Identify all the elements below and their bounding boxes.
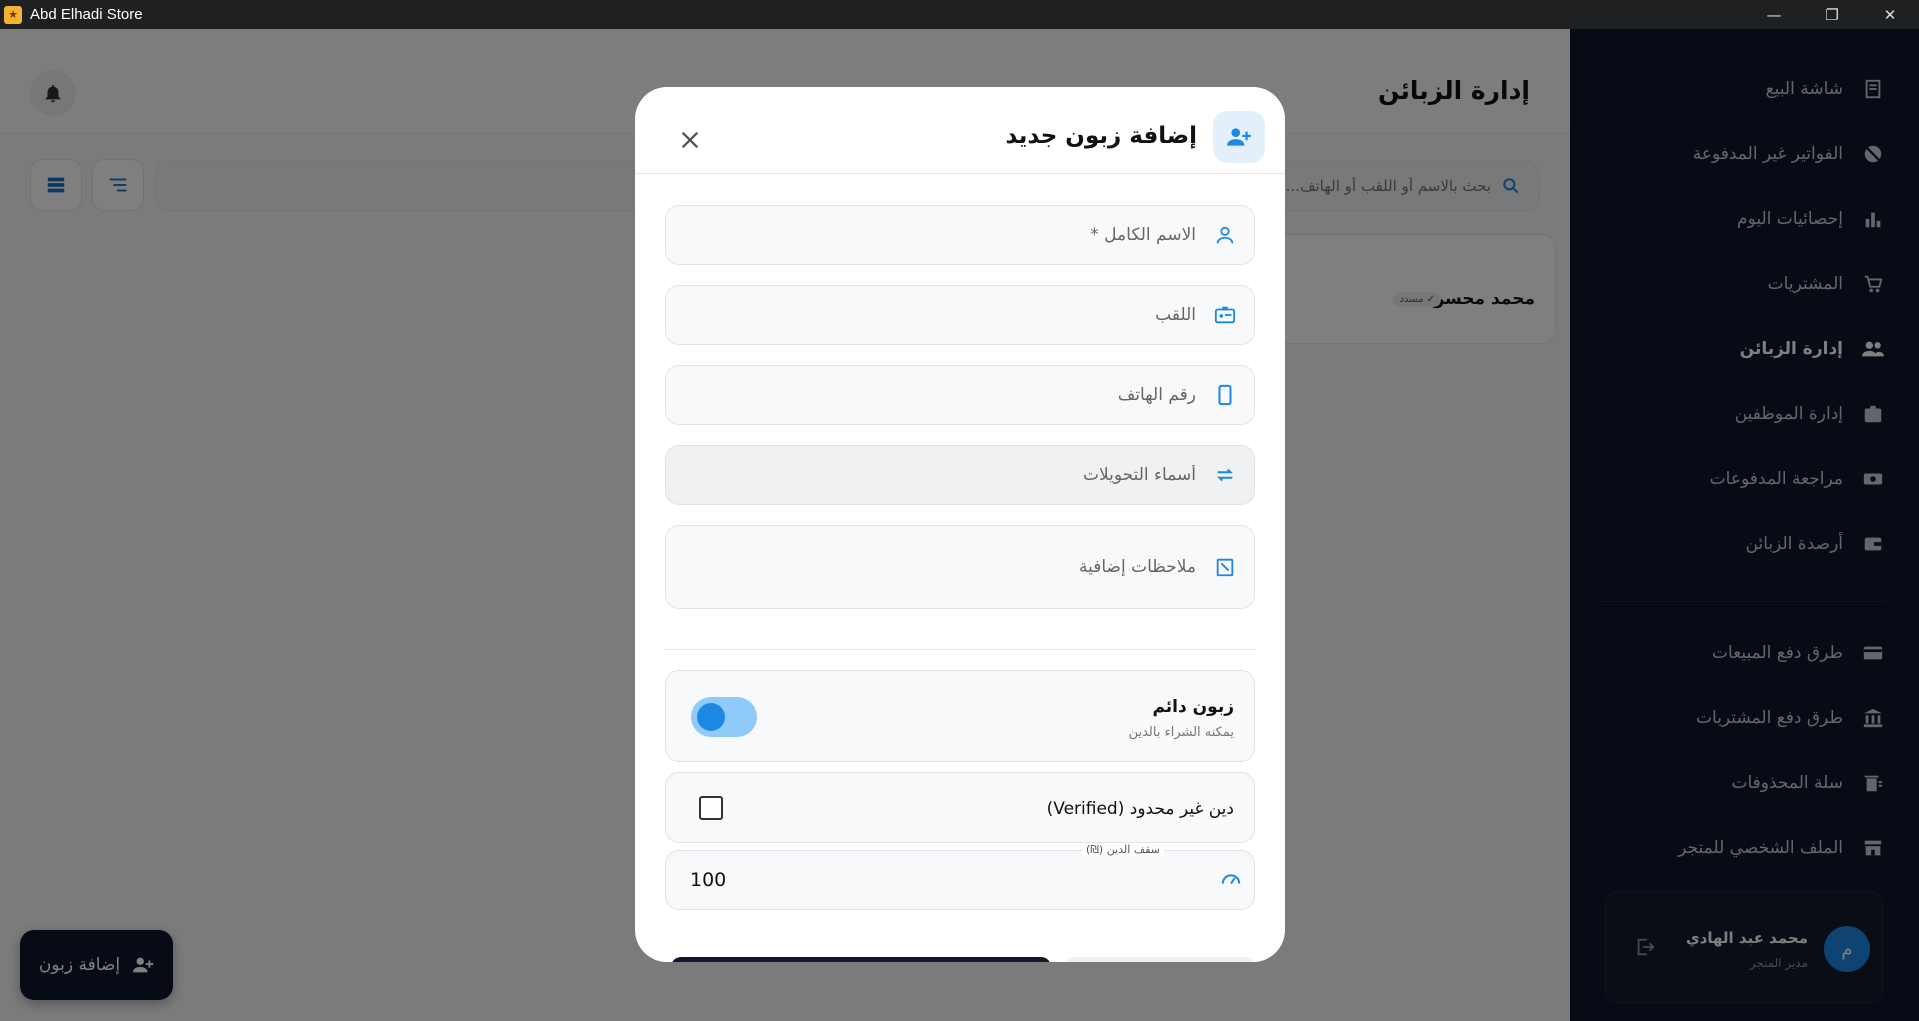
notes-input[interactable] — [666, 557, 1196, 577]
permanent-customer-row: زبون دائم يمكنه الشراء بالدين — [665, 670, 1255, 762]
debt-limit-label: سقف الدين (₪) — [1082, 843, 1164, 856]
close-icon — [681, 131, 699, 149]
app-logo-icon: ★ — [4, 5, 22, 24]
phone-icon — [1212, 382, 1238, 408]
window-title: Abd Elhadi Store — [30, 6, 143, 23]
debt-limit-input[interactable] — [690, 869, 890, 891]
window-titlebar: ★ Abd Elhadi Store — ❐ ✕ — [0, 0, 1919, 29]
dialog-header: إضافة زبون جديد — [635, 87, 1285, 174]
debt-limit-field[interactable]: سقف الدين (₪) — [665, 843, 1255, 910]
nickname-input[interactable] — [666, 305, 1196, 325]
permanent-customer-toggle[interactable] — [691, 697, 757, 737]
nickname-field[interactable] — [665, 285, 1255, 345]
close-dialog-button[interactable] — [675, 125, 705, 155]
dialog-title: إضافة زبون جديد — [1005, 123, 1197, 149]
minimize-button[interactable]: — — [1745, 0, 1803, 29]
permanent-customer-subtitle: يمكنه الشراء بالدين — [1128, 725, 1234, 740]
speedometer-icon — [1220, 868, 1242, 894]
notes-field[interactable] — [665, 525, 1255, 609]
note-edit-icon — [1212, 554, 1238, 580]
full-name-input[interactable] — [666, 225, 1196, 245]
unlimited-debt-row: دين غير محدود (Verified) — [665, 772, 1255, 843]
add-customer-dialog: إضافة زبون جديد زبون دائم يمكنه الشراء ب… — [635, 87, 1285, 962]
phone-field[interactable] — [665, 365, 1255, 425]
unlimited-debt-checkbox[interactable] — [699, 796, 723, 820]
cancel-button[interactable] — [1065, 957, 1255, 962]
unlimited-debt-label: دين غير محدود (Verified) — [1046, 799, 1234, 819]
save-button[interactable] — [671, 957, 1051, 962]
phone-input[interactable] — [666, 385, 1196, 405]
maximize-button[interactable]: ❐ — [1803, 0, 1861, 29]
full-name-field[interactable] — [665, 205, 1255, 265]
person-add-icon — [1213, 111, 1265, 163]
person-icon — [1212, 222, 1238, 248]
close-window-button[interactable]: ✕ — [1861, 0, 1919, 29]
permanent-customer-title: زبون دائم — [1152, 697, 1234, 717]
id-card-icon — [1212, 302, 1238, 328]
section-divider — [665, 649, 1257, 650]
transfer-names-field[interactable] — [665, 445, 1255, 505]
transfer-names-input[interactable] — [666, 465, 1196, 485]
toggle-knob — [697, 703, 725, 731]
swap-icon — [1212, 462, 1238, 488]
